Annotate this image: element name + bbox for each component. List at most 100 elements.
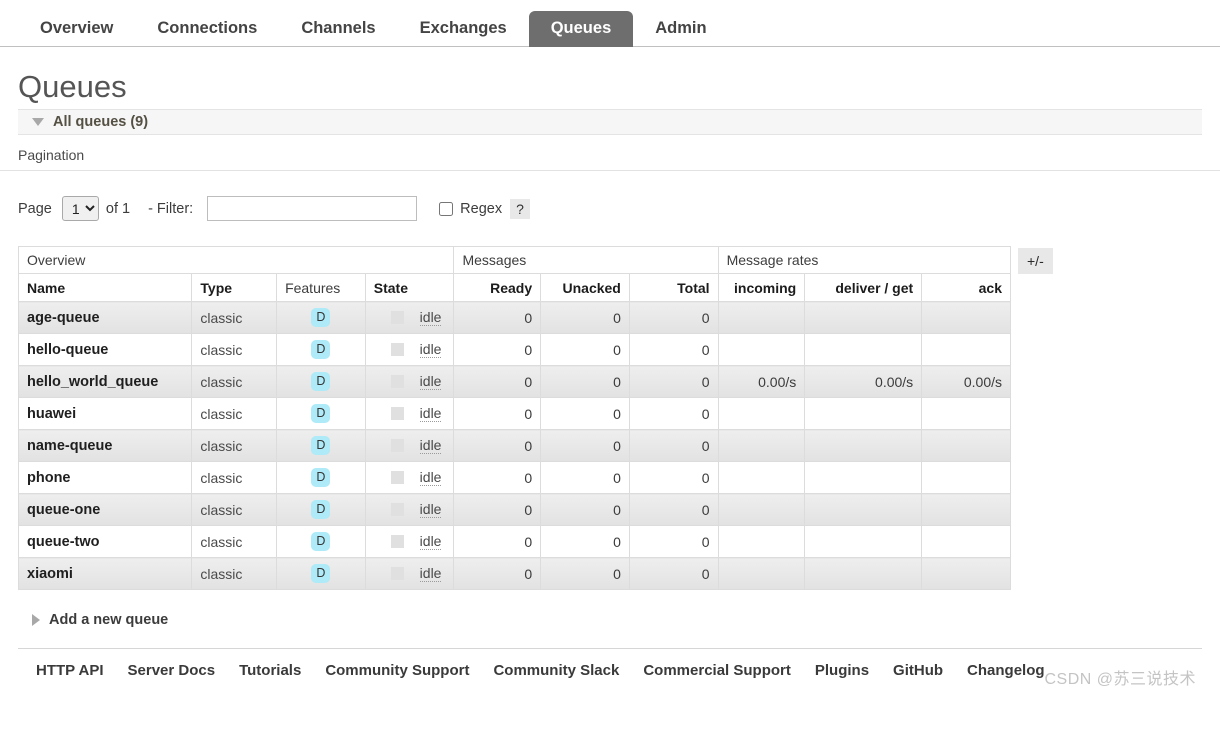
- group-header-overview: Overview: [17, 246, 455, 274]
- nav-tab-overview[interactable]: Overview: [18, 11, 135, 47]
- footer-link-item[interactable]: Changelog: [967, 662, 1069, 679]
- footer-link[interactable]: Server Docs: [128, 662, 240, 679]
- cell-messages-ready: 0: [453, 397, 542, 430]
- table-row[interactable]: hello-queue classic Didle 0 0 0: [17, 333, 1011, 366]
- cell-rate-deliver-get: [804, 301, 923, 334]
- nav-tab-label[interactable]: Overview: [18, 11, 135, 47]
- chevron-right-icon[interactable]: [32, 614, 40, 626]
- state-indicator: idle: [374, 341, 446, 358]
- column-header-ready[interactable]: Ready: [453, 273, 542, 302]
- column-header-ack[interactable]: ack: [921, 273, 1011, 302]
- nav-tab-queues[interactable]: Queues: [528, 11, 634, 47]
- cell-queue-name[interactable]: phone: [17, 461, 193, 494]
- cell-messages-ready: 0: [453, 429, 542, 462]
- nav-tab-label[interactable]: Connections: [135, 11, 279, 47]
- page-select[interactable]: 1: [61, 196, 99, 221]
- state-label: idle: [419, 565, 442, 582]
- table-row[interactable]: queue-two classic Didle 0 0 0: [17, 525, 1011, 558]
- footer-link-item[interactable]: HTTP API: [36, 662, 128, 679]
- table-row[interactable]: queue-one classic Didle 0 0 0: [17, 493, 1011, 526]
- pagination-label: Pagination: [0, 147, 1220, 171]
- cell-queue-name[interactable]: huawei: [17, 397, 193, 430]
- cell-messages-unacked: 0: [540, 429, 630, 462]
- status-square-icon: [390, 343, 404, 356]
- cell-rate-ack: 0.00/s: [921, 365, 1011, 398]
- footer-link[interactable]: Community Support: [325, 662, 493, 679]
- footer-link[interactable]: Tutorials: [239, 662, 325, 679]
- footer-link-item[interactable]: Server Docs: [128, 662, 240, 679]
- filter-input[interactable]: [207, 196, 418, 221]
- footer-link[interactable]: Commercial Support: [643, 662, 815, 679]
- cell-queue-name[interactable]: queue-two: [17, 525, 193, 558]
- footer-link[interactable]: Plugins: [815, 662, 893, 679]
- cell-queue-name[interactable]: hello-queue: [17, 333, 193, 366]
- column-header-total[interactable]: Total: [628, 273, 719, 302]
- column-header-state[interactable]: State: [364, 273, 455, 302]
- state-indicator: idle: [374, 437, 446, 454]
- state-label: idle: [419, 309, 442, 326]
- cell-queue-type: classic: [191, 429, 278, 462]
- cell-messages-total: 0: [628, 525, 719, 558]
- cell-queue-state: idle: [364, 365, 455, 398]
- status-square-icon: [390, 471, 404, 484]
- footer-link[interactable]: Changelog: [967, 662, 1069, 679]
- footer-link[interactable]: Community Slack: [493, 662, 643, 679]
- cell-messages-total: 0: [628, 429, 719, 462]
- cell-queue-name[interactable]: age-queue: [17, 301, 193, 334]
- regex-checkbox[interactable]: [439, 201, 454, 216]
- footer-link-item[interactable]: Commercial Support: [643, 662, 815, 679]
- chevron-down-icon[interactable]: [32, 118, 44, 126]
- toggle-columns-button[interactable]: +/-: [1018, 248, 1053, 274]
- cell-rate-ack: [921, 525, 1011, 558]
- cell-queue-name[interactable]: queue-one: [17, 493, 193, 526]
- all-queues-section-header[interactable]: All queues (9): [18, 109, 1202, 135]
- footer-link[interactable]: HTTP API: [36, 662, 128, 679]
- table-row[interactable]: age-queue classic Didle 0 0 0: [17, 301, 1011, 334]
- cell-messages-total: 0: [628, 397, 719, 430]
- footer-link-item[interactable]: Plugins: [815, 662, 893, 679]
- footer-link[interactable]: GitHub: [893, 662, 967, 679]
- nav-tab-connections[interactable]: Connections: [135, 11, 279, 47]
- regex-help-icon[interactable]: ?: [510, 198, 530, 219]
- table-row[interactable]: hello_world_queue classic Didle 0 0 0 0.00/s 0.…: [17, 365, 1011, 398]
- column-header-name[interactable]: Name: [17, 273, 193, 302]
- footer-link-item[interactable]: Community Slack: [493, 662, 643, 679]
- nav-tab-label[interactable]: Exchanges: [398, 11, 529, 47]
- cell-messages-ready: 0: [453, 525, 542, 558]
- cell-rate-deliver-get: [804, 493, 923, 526]
- table-row[interactable]: huawei classic Didle 0 0 0: [17, 397, 1011, 430]
- nav-tab-label[interactable]: Channels: [279, 11, 397, 47]
- cell-messages-ready: 0: [453, 493, 542, 526]
- footer-link-item[interactable]: Tutorials: [239, 662, 325, 679]
- cell-rate-deliver-get: [804, 429, 923, 462]
- nav-tab-list: Overview Connections Channels Exchanges Queu…: [18, 0, 1220, 47]
- table-row[interactable]: xiaomi classic Didle 0 0 0: [17, 557, 1011, 590]
- column-header-type[interactable]: Type: [191, 273, 278, 302]
- nav-tab-channels[interactable]: Channels: [279, 11, 397, 47]
- cell-rate-incoming: [717, 333, 806, 366]
- cell-queue-state: idle: [364, 429, 455, 462]
- durable-badge-icon: D: [311, 372, 331, 391]
- column-header-features: Features: [276, 273, 366, 302]
- column-header-unacked[interactable]: Unacked: [540, 273, 630, 302]
- nav-tab-label[interactable]: Admin: [633, 11, 728, 47]
- nav-tab-label[interactable]: Queues: [528, 11, 634, 47]
- durable-badge-icon: D: [311, 468, 331, 487]
- state-indicator: idle: [374, 533, 446, 550]
- nav-tab-exchanges[interactable]: Exchanges: [398, 11, 529, 47]
- column-header-deliver-get[interactable]: deliver / get: [804, 273, 923, 302]
- table-row[interactable]: name-queue classic Didle 0 0 0: [17, 429, 1011, 462]
- add-new-queue-section[interactable]: Add a new queue: [18, 612, 1202, 628]
- cell-queue-state: idle: [364, 461, 455, 494]
- cell-queue-name[interactable]: xiaomi: [17, 557, 193, 590]
- table-group-header-row: Overview Messages Message rates: [17, 246, 1012, 274]
- footer-link-item[interactable]: Community Support: [325, 662, 493, 679]
- cell-queue-name[interactable]: hello_world_queue: [17, 365, 193, 398]
- column-header-incoming[interactable]: incoming: [717, 273, 806, 302]
- nav-tab-admin[interactable]: Admin: [633, 11, 728, 47]
- status-square-icon: [390, 407, 404, 420]
- footer-link-item[interactable]: GitHub: [893, 662, 967, 679]
- cell-queue-name[interactable]: name-queue: [17, 429, 193, 462]
- table-row[interactable]: phone classic Didle 0 0 0: [17, 461, 1011, 494]
- cell-messages-ready: 0: [453, 333, 542, 366]
